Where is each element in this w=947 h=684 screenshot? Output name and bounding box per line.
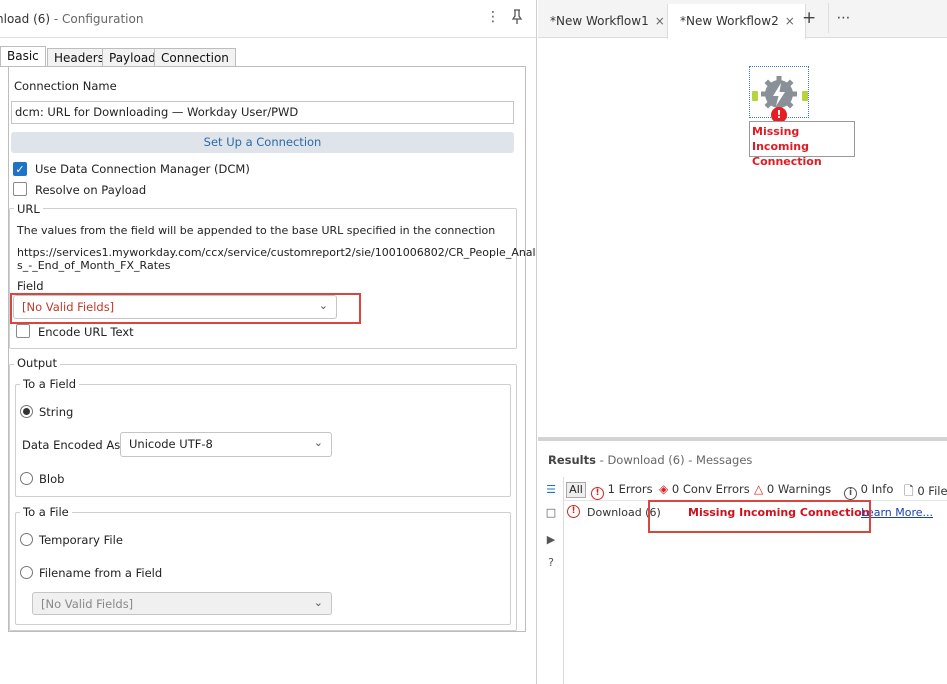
workflow-tab-1-label: *New Workflow1: [550, 14, 649, 28]
blob-label: Blob: [39, 472, 65, 486]
temporary-file-label: Temporary File: [39, 533, 123, 547]
help-icon[interactable]: ?: [543, 556, 559, 572]
connection-name-field[interactable]: dcm: URL for Downloading — Workday User/…: [11, 101, 514, 124]
message-highlight-box: [648, 500, 871, 533]
string-radio[interactable]: [20, 405, 33, 418]
filter-files[interactable]: 🗋 0 File: [904, 482, 947, 503]
workflow-tab-2-label: *New Workflow2: [680, 14, 779, 28]
encode-url-checkbox[interactable]: [16, 324, 30, 338]
configuration-title: nload (6) - Configuration: [0, 12, 143, 26]
filename-field-select[interactable]: [No Valid Fields] ⌄: [32, 592, 332, 615]
workflow-tab-1[interactable]: *New Workflow1 ×: [538, 4, 675, 38]
title-separator: -: [50, 12, 63, 26]
resolve-payload-checkbox[interactable]: [13, 182, 27, 196]
url-group-title: URL: [14, 202, 43, 216]
tag-icon[interactable]: ▶: [543, 533, 559, 549]
close-icon[interactable]: ×: [785, 14, 795, 28]
filter-warnings-label: 0 Warnings: [766, 482, 832, 496]
configuration-header: nload (6) - Configuration ⋮: [0, 0, 536, 38]
string-label: String: [39, 405, 74, 419]
results-header: Results - Download (6) - Messages: [538, 441, 947, 477]
messages-list-icon[interactable]: ☰: [543, 483, 559, 499]
results-subtitle: Download (6) - Messages: [607, 453, 753, 467]
filename-field-radio[interactable]: [20, 566, 33, 579]
filter-warnings[interactable]: △ 0 Warnings: [754, 482, 831, 496]
close-icon[interactable]: ×: [655, 14, 665, 28]
conv-error-icon: ◈: [659, 482, 669, 496]
temporary-file-radio[interactable]: [20, 533, 33, 546]
field-highlight-box: [10, 293, 361, 324]
output-anchor[interactable]: [802, 91, 808, 101]
filter-errors[interactable]: ! 1 Errors: [591, 482, 653, 500]
learn-more-link[interactable]: Learn More...: [861, 506, 933, 519]
data-encoded-label: Data Encoded As: [22, 438, 121, 452]
base-url-line2: s_-_End_of_Month_FX_Rates: [17, 259, 171, 272]
filename-field-value: [No Valid Fields]: [41, 597, 134, 611]
connection-name-label: Connection Name: [14, 79, 117, 93]
error-icon: !: [591, 487, 604, 500]
add-tab-icon[interactable]: +: [802, 8, 818, 28]
filter-conv-errors-label: 0 Conv Errors: [671, 482, 750, 496]
data-encoded-value: Unicode UTF-8: [129, 437, 213, 451]
url-help-text: The values from the field will be append…: [17, 224, 496, 237]
use-dcm-label: Use Data Connection Manager (DCM): [35, 162, 250, 176]
chevron-down-icon: ⌄: [313, 596, 323, 609]
info-icon: i: [844, 487, 857, 500]
filter-all-button[interactable]: All: [566, 482, 586, 498]
tool-error-message: Missing Incoming Connection: [749, 121, 855, 168]
workflow-canvas[interactable]: [538, 39, 947, 437]
results-sidebar: ☰ □ ▶ ?: [538, 477, 564, 684]
tab-connection[interactable]: Connection: [154, 48, 236, 67]
results-label: Results: [548, 453, 596, 467]
data-encoded-select[interactable]: Unicode UTF-8 ⌄: [120, 432, 332, 457]
tool-name: nload (6): [0, 12, 51, 26]
input-anchor[interactable]: [752, 91, 758, 101]
results-separator: -: [595, 453, 608, 467]
chevron-down-icon: ⌄: [313, 436, 323, 449]
configuration-panel: nload (6) - Configuration ⋮ Basic Header…: [0, 0, 537, 684]
workflow-area: *New Workflow1 × *New Workflow2 × + ⋯ ! …: [538, 0, 947, 684]
workflow-tab-2[interactable]: *New Workflow2 ×: [667, 4, 806, 39]
more-icon[interactable]: ⋯: [828, 3, 858, 33]
field-label: Field: [17, 279, 44, 293]
filter-files-label: 0 File: [917, 484, 947, 498]
more-options-icon[interactable]: ⋮: [486, 9, 500, 29]
results-title: Results - Download (6) - Messages: [548, 453, 752, 467]
warning-icon: △: [754, 482, 764, 496]
filter-errors-label: 1 Errors: [607, 482, 653, 496]
data-view-icon[interactable]: □: [543, 506, 559, 522]
to-file-group-title: To a File: [20, 505, 72, 519]
results-filter-bar: All ! 1 Errors ◈ 0 Conv Errors △ 0 Warni…: [564, 479, 947, 501]
to-field-group-title: To a Field: [20, 377, 80, 391]
setup-connection-button[interactable]: Set Up a Connection: [11, 132, 514, 153]
encode-url-label: Encode URL Text: [38, 325, 134, 339]
workflow-tab-bar: *New Workflow1 × *New Workflow2 × + ⋯: [538, 0, 947, 39]
filter-info-label: 0 Info: [860, 482, 894, 496]
pin-icon[interactable]: [510, 9, 524, 29]
blob-radio[interactable]: [20, 472, 33, 485]
tab-basic[interactable]: Basic: [0, 46, 46, 67]
resolve-payload-label: Resolve on Payload: [35, 183, 147, 197]
base-url-line1: https://services1.myworkday.com/ccx/serv…: [17, 246, 537, 259]
filename-field-label: Filename from a Field: [39, 566, 163, 580]
panel-name: Configuration: [62, 12, 144, 26]
download-tool-node[interactable]: !: [749, 66, 809, 123]
filter-conv-errors[interactable]: ◈ 0 Conv Errors: [659, 482, 750, 496]
file-icon: 🗋: [904, 484, 914, 498]
error-icon: !: [567, 505, 580, 518]
output-group-title: Output: [14, 356, 60, 370]
filter-info[interactable]: i 0 Info: [844, 482, 893, 500]
use-dcm-checkbox[interactable]: ✓: [13, 162, 27, 176]
